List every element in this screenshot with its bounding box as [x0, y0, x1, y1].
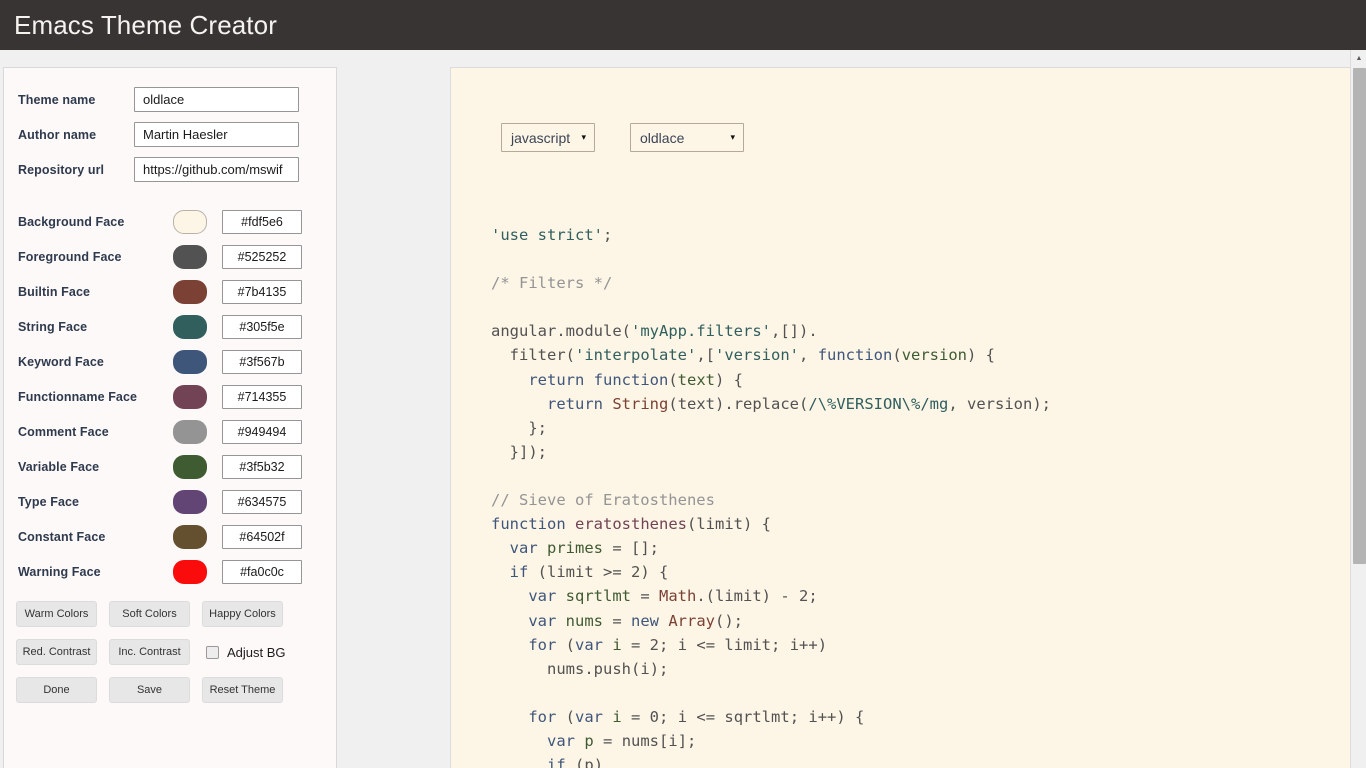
increase-contrast-button[interactable]: Inc. Contrast: [109, 639, 190, 665]
form-spacer: [4, 187, 336, 204]
face-row-keyword: Keyword Face: [4, 344, 336, 379]
language-select-value: javascript: [511, 129, 571, 146]
theme-name-input[interactable]: [134, 87, 299, 112]
constant-face-label: Constant Face: [18, 529, 106, 544]
adjust-bg-label: Adjust BG: [227, 644, 286, 660]
foreground-face-swatch[interactable]: [173, 244, 207, 269]
background-face-label: Background Face: [18, 214, 125, 229]
face-row-type: Type Face: [4, 484, 336, 519]
string-face-label: String Face: [18, 319, 88, 334]
warning-face-swatch[interactable]: [173, 559, 207, 584]
app-header: Emacs Theme Creator: [0, 0, 1366, 50]
page-scrollbar[interactable]: ▲ ▼: [1350, 50, 1366, 768]
save-button[interactable]: Save: [109, 677, 190, 703]
functionname-face-hex-input[interactable]: [222, 384, 302, 409]
string-face-hex-input[interactable]: [222, 314, 302, 339]
button-row-contrast: Red. Contrast Inc. Contrast Adjust BG: [16, 639, 336, 665]
type-face-label: Type Face: [18, 494, 80, 509]
string-face-swatch[interactable]: [173, 314, 207, 339]
face-row-background: Background Face: [4, 204, 336, 239]
language-select[interactable]: javascript ▾: [501, 123, 595, 152]
repository-url-label: Repository url: [18, 162, 105, 177]
reset-theme-button[interactable]: Reset Theme: [202, 677, 283, 703]
face-row-comment: Comment Face: [4, 414, 336, 449]
face-row-variable: Variable Face: [4, 449, 336, 484]
theme-select[interactable]: oldlace ▾: [630, 123, 744, 152]
page-body: Theme name Author name Repository url Ba…: [0, 50, 1366, 768]
action-button-grid: Warm Colors Soft Colors Happy Colors Red…: [4, 589, 336, 703]
keyword-face-hex-input[interactable]: [222, 349, 302, 374]
happy-colors-button[interactable]: Happy Colors: [202, 601, 283, 627]
variable-face-hex-input[interactable]: [222, 454, 302, 479]
face-row-constant: Constant Face: [4, 519, 336, 554]
field-row-author-name: Author name: [4, 117, 336, 152]
functionname-face-label: Functionname Face: [18, 389, 138, 404]
variable-face-label: Variable Face: [18, 459, 100, 474]
face-row-warning: Warning Face: [4, 554, 336, 589]
background-face-swatch[interactable]: [173, 209, 207, 234]
code-preview-panel: javascript ▾ oldlace ▾ 'use strict'; /* …: [450, 67, 1350, 768]
warm-colors-button[interactable]: Warm Colors: [16, 601, 97, 627]
background-face-hex-input[interactable]: [222, 209, 302, 234]
adjust-bg-checkbox-wrapper[interactable]: Adjust BG: [206, 645, 286, 660]
button-row-palettes: Warm Colors Soft Colors Happy Colors: [16, 601, 336, 627]
warning-face-hex-input[interactable]: [222, 559, 302, 584]
chevron-down-icon: ▾: [730, 132, 735, 142]
constant-face-hex-input[interactable]: [222, 524, 302, 549]
field-row-theme-name: Theme name: [4, 82, 336, 117]
face-row-builtin: Builtin Face: [4, 274, 336, 309]
foreground-face-hex-input[interactable]: [222, 244, 302, 269]
scroll-up-arrow-icon[interactable]: ▲: [1351, 50, 1366, 66]
field-row-repository-url: Repository url: [4, 152, 336, 187]
theme-name-label: Theme name: [18, 92, 96, 107]
code-sample-text: 'use strict'; /* Filters */ angular.modu…: [491, 226, 1052, 768]
page-title: Emacs Theme Creator: [14, 9, 277, 40]
scrollbar-thumb[interactable]: [1353, 68, 1366, 564]
face-row-string: String Face: [4, 309, 336, 344]
type-face-hex-input[interactable]: [222, 489, 302, 514]
adjust-bg-checkbox[interactable]: [206, 645, 219, 659]
variable-face-swatch[interactable]: [173, 454, 207, 479]
code-sample-area[interactable]: 'use strict'; /* Filters */ angular.modu…: [491, 223, 1350, 768]
builtin-face-hex-input[interactable]: [222, 279, 302, 304]
functionname-face-swatch[interactable]: [173, 384, 207, 409]
author-name-label: Author name: [18, 127, 97, 142]
keyword-face-label: Keyword Face: [18, 354, 104, 369]
chevron-down-icon: ▾: [581, 132, 586, 142]
button-row-actions: Done Save Reset Theme: [16, 677, 336, 703]
theme-select-value: oldlace: [640, 129, 685, 146]
repository-url-input[interactable]: [134, 157, 299, 182]
theme-form-panel: Theme name Author name Repository url Ba…: [3, 67, 337, 768]
builtin-face-label: Builtin Face: [18, 284, 91, 299]
constant-face-swatch[interactable]: [173, 524, 207, 549]
foreground-face-label: Foreground Face: [18, 249, 122, 264]
type-face-swatch[interactable]: [173, 489, 207, 514]
keyword-face-swatch[interactable]: [173, 349, 207, 374]
warning-face-label: Warning Face: [18, 564, 101, 579]
author-name-input[interactable]: [134, 122, 299, 147]
face-row-foreground: Foreground Face: [4, 239, 336, 274]
face-row-functionname: Functionname Face: [4, 379, 336, 414]
done-button[interactable]: Done: [16, 677, 97, 703]
comment-face-swatch[interactable]: [173, 419, 207, 444]
comment-face-hex-input[interactable]: [222, 419, 302, 444]
reduce-contrast-button[interactable]: Red. Contrast: [16, 639, 97, 665]
preview-controls: javascript ▾ oldlace ▾: [451, 68, 1350, 152]
builtin-face-swatch[interactable]: [173, 279, 207, 304]
soft-colors-button[interactable]: Soft Colors: [109, 601, 190, 627]
comment-face-label: Comment Face: [18, 424, 109, 439]
